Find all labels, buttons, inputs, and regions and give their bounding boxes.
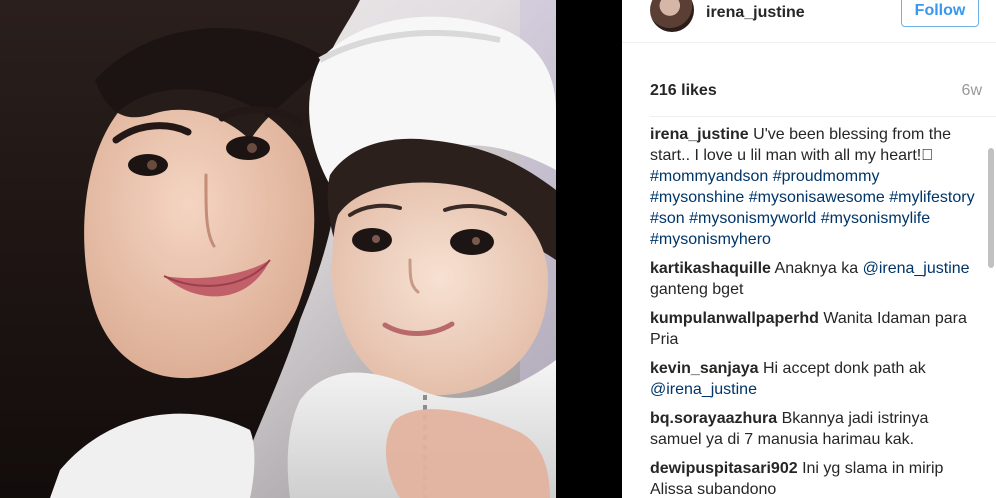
- comment-item: kumpulanwallpaperhd Wanita Idaman para P…: [650, 308, 976, 350]
- comment-text: Anaknya ka: [774, 260, 859, 277]
- hashtag-link[interactable]: #mysonismyhero: [650, 231, 771, 248]
- comment-username[interactable]: kumpulanwallpaperhd: [650, 310, 819, 327]
- avatar[interactable]: [650, 0, 694, 32]
- mention-link[interactable]: @irena_justine: [863, 260, 970, 277]
- instagram-post-modal: irena_justine Follow 216 likes 6w irena_…: [0, 0, 996, 498]
- post-photo[interactable]: [0, 0, 556, 498]
- comments-list[interactable]: irena_justine U've been blessing from th…: [650, 124, 976, 498]
- caption-comment: irena_justine U've been blessing from th…: [650, 124, 976, 250]
- hashtag-link[interactable]: #mylifestory: [889, 189, 974, 206]
- comment-username[interactable]: irena_justine: [650, 126, 749, 143]
- post-header: irena_justine Follow: [622, 0, 996, 43]
- hashtag-link[interactable]: #mysonismylife: [821, 210, 930, 227]
- hashtag-link[interactable]: #proudmommy: [773, 168, 880, 185]
- hashtag-link[interactable]: #mysonismyworld: [689, 210, 816, 227]
- comment-item: kevin_sanjaya Hi accept donk path ak @ir…: [650, 358, 976, 400]
- post-age: 6w: [961, 82, 982, 99]
- comments-scrollbar[interactable]: [986, 148, 994, 268]
- photo-illustration: [0, 0, 556, 498]
- likes-count[interactable]: 216 likes: [650, 82, 717, 100]
- hashtag-link[interactable]: #mysonisawesome: [749, 189, 885, 206]
- mention-link[interactable]: @irena_justine: [650, 381, 757, 398]
- post-details-panel: irena_justine Follow 216 likes 6w irena_…: [622, 0, 996, 498]
- comment-username[interactable]: bq.sorayaazhura: [650, 410, 777, 427]
- comment-username[interactable]: dewipuspitasari902: [650, 460, 798, 477]
- hashtag-link[interactable]: #son: [650, 210, 685, 227]
- divider: [650, 116, 996, 117]
- hashtag-link[interactable]: #mommyandson: [650, 168, 768, 185]
- modal-gap: [556, 0, 622, 498]
- comment-item: kartikashaquille Anaknya ka @irena_justi…: [650, 258, 976, 300]
- comment-username[interactable]: kevin_sanjaya: [650, 360, 759, 377]
- follow-button[interactable]: Follow: [901, 0, 979, 27]
- comment-text: ganteng bget: [650, 281, 744, 298]
- comment-item: dewipuspitasari902 Ini yg slama in mirip…: [650, 458, 976, 498]
- scroll-thumb[interactable]: [988, 148, 994, 268]
- comment-text: Hi accept donk path ak: [762, 360, 926, 377]
- post-username[interactable]: irena_justine: [706, 4, 805, 22]
- comment-username[interactable]: kartikashaquille: [650, 260, 771, 277]
- comment-item: bq.sorayaazhura Bkannya jadi istrinya sa…: [650, 408, 976, 450]
- hashtag-link[interactable]: #mysonshine: [650, 189, 744, 206]
